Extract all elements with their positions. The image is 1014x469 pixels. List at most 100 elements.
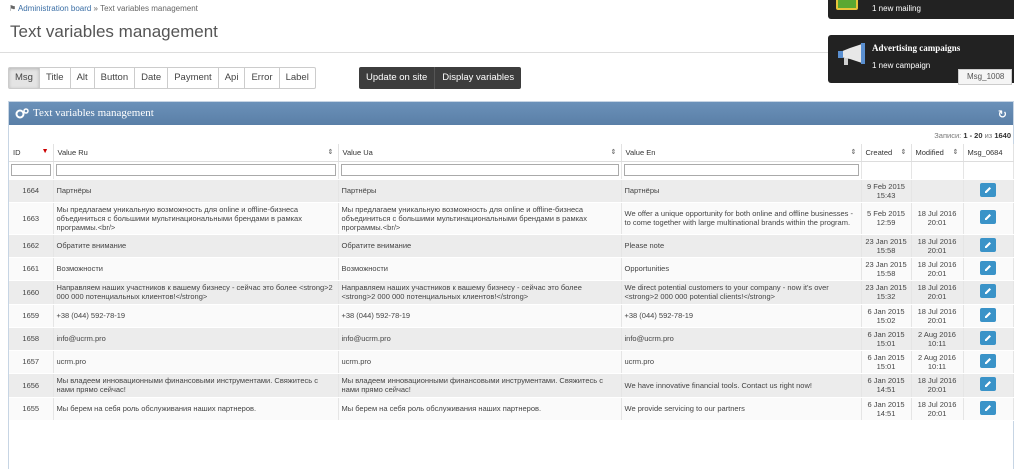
cell-value-ua: Обратите внимание: [338, 234, 622, 258]
modified-date: 18 Jul 2016: [917, 209, 957, 218]
filter-ru-input[interactable]: [55, 163, 336, 176]
tab-label[interactable]: Label: [279, 67, 316, 89]
breadcrumb-current: Text variables management: [100, 4, 198, 13]
column-en-label: Value En: [625, 147, 656, 157]
sort-icon: ⇕: [900, 149, 907, 156]
filter-en-input[interactable]: [623, 163, 859, 176]
panel-header: Text variables management ↻: [9, 102, 1013, 125]
cell-id: 1663: [9, 202, 54, 235]
cell-actions: [963, 327, 1014, 351]
cell-value-ru: Возможности: [53, 257, 339, 281]
cell-id: 1656: [9, 373, 54, 398]
table-row: 1661 Возможности Возможности Opportunities 2…: [9, 257, 1014, 281]
table-row: 1656 Мы владеем инновационными финансовым…: [9, 373, 1014, 398]
panel-title: Text variables management: [33, 107, 154, 119]
edit-button[interactable]: [980, 330, 996, 345]
edit-button[interactable]: [980, 237, 996, 252]
cell-created: 9 Feb 2015 15:43: [861, 179, 912, 203]
table-row: 1655 Мы берем на себя роль обслуживания н…: [9, 397, 1014, 421]
table-header-row: ID ▼ Value Ru ⇕ Value Ua ⇕ Value En ⇕ Create…: [9, 144, 1014, 162]
modified-time: 20:01: [927, 292, 947, 301]
filter-row: [9, 161, 1014, 180]
tab-api[interactable]: Api: [218, 67, 246, 89]
modified-time: 10:11: [927, 338, 947, 348]
cell-value-ru: ucrm.pro: [53, 350, 339, 374]
column-header-ru[interactable]: Value Ru ⇕: [53, 144, 339, 162]
column-header-id[interactable]: ID ▼: [9, 144, 54, 162]
modified-date: 18 Jul 2016: [917, 376, 957, 385]
tab-title[interactable]: Title: [39, 67, 71, 89]
created-time: 14:51: [876, 408, 896, 418]
edit-button[interactable]: [980, 307, 996, 322]
tab-button[interactable]: Button: [94, 67, 136, 89]
pencil-icon: [985, 334, 991, 341]
cell-value-en: Please note: [621, 234, 862, 258]
cell-actions: [963, 350, 1014, 374]
campaign-notification-text: 1 new campaign: [872, 61, 931, 70]
mailing-notification[interactable]: 1 new mailing: [828, 0, 1014, 19]
pencil-icon: [985, 311, 991, 318]
edit-button[interactable]: [980, 182, 996, 197]
cell-actions: [963, 202, 1014, 235]
tab-error[interactable]: Error: [245, 67, 280, 89]
cell-modified: 2 Aug 2016 10:11: [911, 350, 964, 374]
cell-modified: 2 Aug 2016 10:11: [911, 327, 964, 351]
cell-value-en: info@ucrm.pro: [621, 327, 862, 351]
cell-id: 1660: [9, 280, 54, 305]
display-variables-button[interactable]: Display variables: [434, 67, 522, 89]
column-header-created[interactable]: Created ⇕: [861, 144, 912, 162]
breadcrumb-separator: »: [91, 4, 101, 13]
breadcrumb-home-link[interactable]: Administration board: [18, 4, 91, 13]
column-header-en[interactable]: Value En ⇕: [621, 144, 862, 162]
modified-time: 20:01: [927, 268, 947, 278]
pencil-icon: [985, 214, 991, 220]
tab-msg[interactable]: Msg: [8, 67, 40, 89]
tab-payment[interactable]: Payment: [168, 67, 219, 89]
cell-modified: 18 Jul 2016 20:01: [911, 397, 964, 421]
cell-value-ru: Мы владеем инновационными финансовыми ин…: [53, 373, 339, 398]
pencil-icon: [985, 264, 991, 271]
modified-time: 20:01: [927, 315, 947, 325]
column-header-ua[interactable]: Value Ua ⇕: [338, 144, 622, 162]
column-header-modified[interactable]: Modified ⇕: [911, 144, 964, 162]
cell-value-en: We provide servicing to our partners: [621, 397, 862, 421]
cell-created: 6 Jan 2015 15:01: [861, 350, 912, 374]
edit-button[interactable]: [980, 400, 996, 415]
cell-modified: 18 Jul 2016 20:01: [911, 202, 964, 235]
cell-id: 1662: [9, 234, 54, 258]
filter-ua-input[interactable]: [340, 163, 619, 176]
column-ru-label: Value Ru: [57, 147, 88, 157]
edit-button[interactable]: [980, 210, 996, 224]
cell-value-en: We offer a unique opportunity for both o…: [621, 202, 862, 235]
cell-created: 6 Jan 2015 15:02: [861, 304, 912, 328]
created-date: 6 Jan 2015: [867, 329, 905, 339]
cell-value-ru: Мы берем на себя роль обслуживания наших…: [53, 397, 339, 421]
tab-date[interactable]: Date: [135, 67, 169, 89]
created-date: 6 Jan 2015: [867, 376, 905, 385]
tab-alt[interactable]: Alt: [70, 67, 95, 89]
pencil-icon: [985, 357, 991, 364]
cell-modified: 18 Jul 2016 20:01: [911, 304, 964, 328]
cell-value-ua: Возможности: [338, 257, 622, 281]
cell-value-ua: info@ucrm.pro: [338, 327, 622, 351]
table-row: 1663 Мы предлагаем уникальную возможность…: [9, 202, 1014, 235]
pencil-icon: [985, 241, 991, 248]
action-buttons: Update on site Display variables: [359, 67, 522, 89]
refresh-icon[interactable]: ↻: [998, 108, 1007, 121]
cell-id: 1655: [9, 397, 54, 421]
pencil-icon: [985, 288, 991, 294]
filter-id-input[interactable]: [11, 163, 51, 176]
edit-button[interactable]: [980, 284, 996, 298]
records-total: 1640: [994, 131, 1011, 140]
edit-button[interactable]: [980, 260, 996, 275]
edit-button[interactable]: [980, 377, 996, 391]
created-date: 23 Jan 2015: [865, 236, 907, 246]
cell-value-en: +38 (044) 592-78-19: [621, 304, 862, 328]
edit-button[interactable]: [980, 353, 996, 368]
cell-actions: [963, 373, 1014, 398]
update-on-site-button[interactable]: Update on site: [359, 67, 435, 89]
variable-search-input[interactable]: Msg_1008: [958, 69, 1012, 85]
cell-value-ua: Мы владеем инновационными финансовыми ин…: [338, 373, 622, 398]
cell-created: 6 Jan 2015 15:01: [861, 327, 912, 351]
mailing-icon: [836, 0, 858, 10]
